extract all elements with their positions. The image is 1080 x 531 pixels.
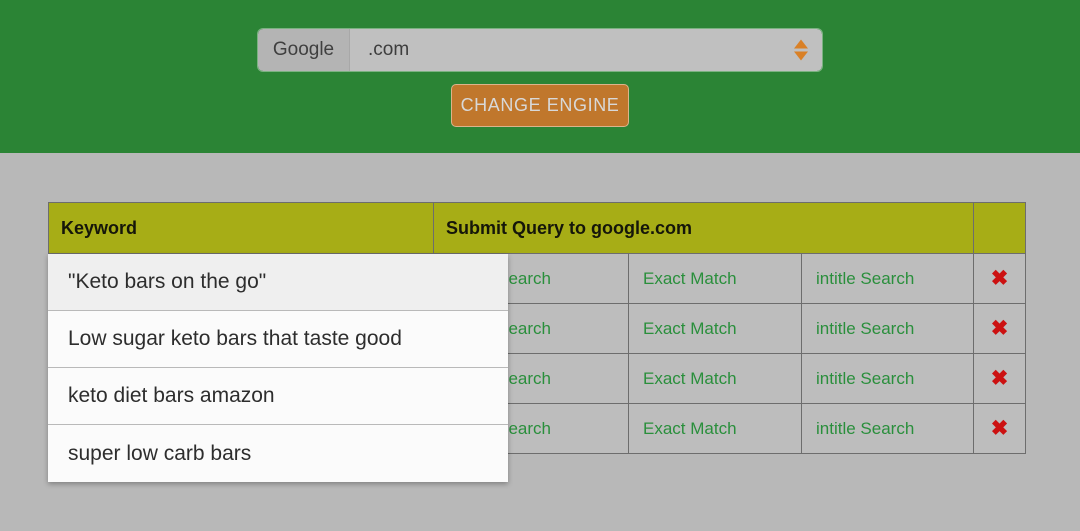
column-header-delete	[973, 202, 1027, 254]
engine-tld-value: .com	[368, 39, 410, 60]
suggestion-item[interactable]: super low carb bars	[48, 425, 508, 482]
cell-intitle-search[interactable]: intitle Search	[800, 253, 975, 304]
header-band: Google .com CHANGE ENGINE	[0, 0, 1080, 153]
cell-delete[interactable]: ✖	[973, 353, 1027, 404]
select-spinner[interactable]	[794, 39, 808, 61]
change-engine-button[interactable]: CHANGE ENGINE	[451, 84, 629, 127]
cell-exact-match[interactable]: Exact Match	[628, 253, 802, 304]
triangle-up-icon[interactable]	[794, 39, 808, 49]
cell-delete[interactable]: ✖	[973, 303, 1027, 354]
close-x-icon[interactable]: ✖	[991, 268, 1009, 289]
cell-intitle-search[interactable]: intitle Search	[800, 353, 975, 404]
engine-prefix-label: Google	[258, 29, 350, 71]
table-head: Keyword Submit Query to google.com	[48, 202, 1027, 254]
cell-exact-match[interactable]: Exact Match	[628, 303, 802, 354]
column-header-submit-query: Submit Query to google.com	[432, 202, 975, 254]
engine-select-group[interactable]: Google .com	[258, 29, 822, 71]
cell-exact-match[interactable]: Exact Match	[628, 403, 802, 454]
close-x-icon[interactable]: ✖	[991, 368, 1009, 389]
cell-delete[interactable]: ✖	[973, 403, 1027, 454]
suggestion-item[interactable]: Low sugar keto bars that taste good	[48, 311, 508, 368]
column-header-keyword: Keyword	[48, 202, 434, 254]
table-header-row: Keyword Submit Query to google.com	[48, 202, 1027, 254]
suggestion-item[interactable]: "Keto bars on the go"	[48, 254, 508, 311]
cell-intitle-search[interactable]: intitle Search	[800, 403, 975, 454]
cell-intitle-search[interactable]: intitle Search	[800, 303, 975, 354]
suggestion-item[interactable]: keto diet bars amazon	[48, 368, 508, 425]
engine-tld-select[interactable]: .com	[350, 29, 822, 71]
cell-delete[interactable]: ✖	[973, 253, 1027, 304]
triangle-down-icon[interactable]	[794, 51, 808, 61]
close-x-icon[interactable]: ✖	[991, 418, 1009, 439]
suggestion-dropdown[interactable]: "Keto bars on the go" Low sugar keto bar…	[48, 254, 508, 482]
close-x-icon[interactable]: ✖	[991, 318, 1009, 339]
cell-exact-match[interactable]: Exact Match	[628, 353, 802, 404]
app-root: Google .com CHANGE ENGINE Keyword Submit…	[0, 0, 1080, 531]
